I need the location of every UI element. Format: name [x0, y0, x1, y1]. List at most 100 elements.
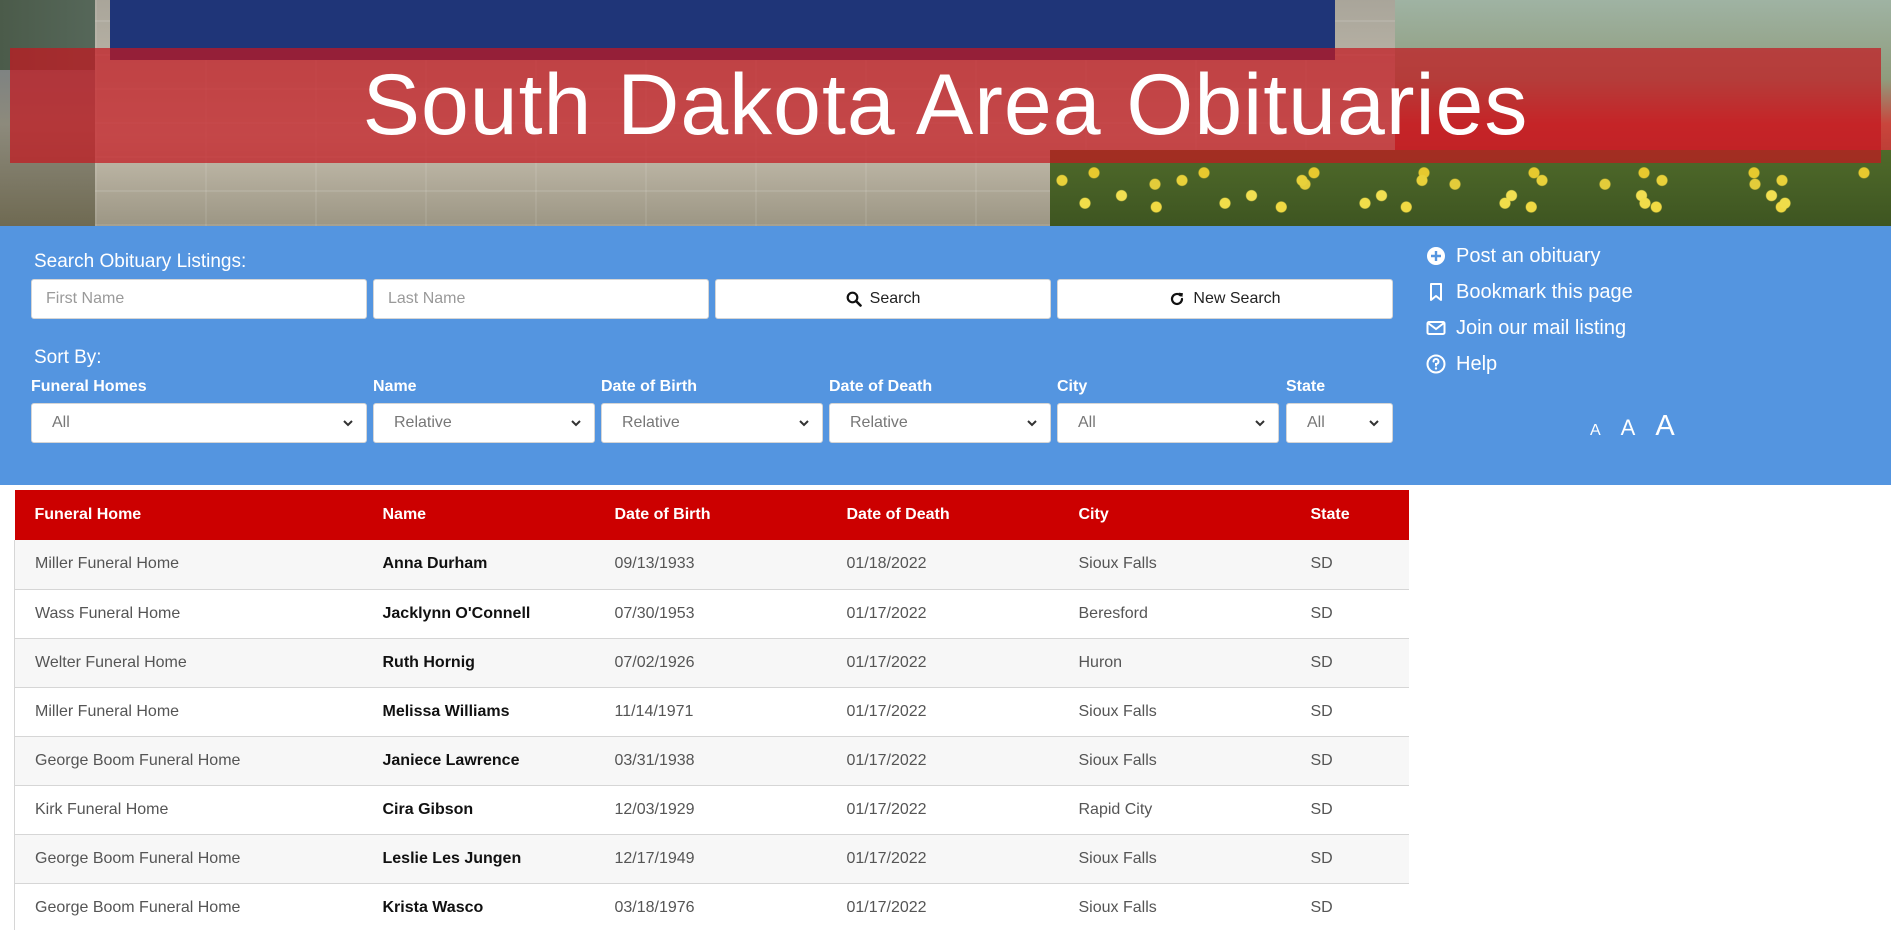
chevron-down-icon: [571, 420, 581, 427]
filter-label-state: State: [1286, 378, 1326, 395]
cell-name[interactable]: Krista Wasco: [363, 883, 595, 930]
cell-city: Sioux Falls: [1078, 849, 1157, 867]
cell-name[interactable]: Melissa Williams: [363, 687, 595, 736]
cell-name[interactable]: Anna Durham: [363, 540, 595, 589]
cell-funeral-home: George Boom Funeral Home: [35, 849, 241, 867]
cell-city: Sioux Falls: [1078, 898, 1157, 916]
date-of-birth-select-value: Relative: [622, 414, 680, 431]
cell-date-of-birth: 03/31/1938: [614, 751, 695, 769]
column-header-date-of-birth[interactable]: Date of Birth: [595, 490, 827, 540]
side-links: Post an obituary Bookmark this page Join…: [1426, 238, 1633, 382]
column-header-state[interactable]: State: [1291, 490, 1410, 540]
cell-date-of-birth: 07/30/1953: [614, 604, 695, 622]
font-size-small-button[interactable]: A: [1590, 422, 1601, 440]
state-select[interactable]: All: [1286, 403, 1393, 443]
question-circle-icon: [1426, 354, 1446, 374]
cell-funeral-home: Miller Funeral Home: [35, 555, 180, 573]
cell-date-of-death: 01/17/2022: [846, 751, 927, 769]
table-row[interactable]: George Boom Funeral Home Krista Wasco 03…: [14, 883, 1409, 930]
name-select[interactable]: Relative: [373, 403, 595, 443]
envelope-icon: [1426, 321, 1446, 335]
cell-date-of-birth: 11/14/1971: [614, 702, 694, 720]
help-link[interactable]: Help: [1426, 346, 1633, 382]
cell-date-of-death: 01/17/2022: [846, 653, 927, 671]
page-title: South Dakota Area Obituaries: [362, 57, 1529, 153]
cell-city: Beresford: [1078, 604, 1148, 622]
cell-state: SD: [1310, 898, 1333, 916]
column-header-name[interactable]: Name: [363, 490, 595, 540]
cell-funeral-home: Miller Funeral Home: [35, 702, 180, 720]
cell-date-of-death: 01/17/2022: [846, 800, 927, 818]
cell-name[interactable]: Leslie Les Jungen: [363, 834, 595, 883]
font-size-controls: A A A: [1590, 410, 1675, 443]
table-row[interactable]: Kirk Funeral Home Cira Gibson 12/03/1929…: [14, 785, 1409, 834]
chevron-down-icon: [1027, 420, 1037, 427]
mail-listing-label: Join our mail listing: [1456, 316, 1627, 339]
table-row[interactable]: Wass Funeral Home Jacklynn O'Connell 07/…: [14, 589, 1409, 638]
cell-name[interactable]: Janiece Lawrence: [363, 736, 595, 785]
last-name-input[interactable]: [374, 280, 708, 318]
cell-date-of-birth: 12/03/1929: [614, 800, 695, 818]
filter-label-date-of-death: Date of Death: [829, 378, 933, 395]
plus-circle-icon: [1427, 247, 1445, 265]
table-row[interactable]: Welter Funeral Home Ruth Hornig 07/02/19…: [14, 638, 1409, 687]
bookmark-page-link[interactable]: Bookmark this page: [1426, 274, 1633, 310]
chevron-down-icon: [343, 420, 353, 427]
table-row[interactable]: Miller Funeral Home Anna Durham 09/13/19…: [14, 540, 1409, 589]
cell-date-of-death: 01/18/2022: [846, 555, 927, 573]
table-row[interactable]: Miller Funeral Home Melissa Williams 11/…: [14, 687, 1409, 736]
cell-funeral-home: Wass Funeral Home: [35, 604, 181, 622]
results-table-container: Funeral Home Name Date of Birth Date of …: [14, 490, 1409, 930]
table-row[interactable]: George Boom Funeral Home Leslie Les Jung…: [14, 834, 1409, 883]
last-name-field[interactable]: [373, 279, 709, 319]
bookmark-page-label: Bookmark this page: [1456, 280, 1633, 303]
bookmark-icon: [1430, 283, 1442, 301]
chevron-down-icon: [799, 420, 809, 427]
filter-label-city: City: [1057, 378, 1088, 395]
hero-banner: South Dakota Area Obituaries: [0, 0, 1891, 226]
date-of-birth-select[interactable]: Relative: [601, 403, 823, 443]
post-obituary-label: Post an obituary: [1456, 244, 1601, 267]
cell-state: SD: [1310, 555, 1333, 573]
cell-date-of-birth: 12/17/1949: [614, 849, 695, 867]
first-name-input[interactable]: [32, 280, 366, 318]
post-obituary-link[interactable]: Post an obituary: [1426, 238, 1633, 274]
search-heading: Search Obituary Listings:: [34, 251, 247, 272]
first-name-field[interactable]: [31, 279, 367, 319]
cell-date-of-birth: 07/02/1926: [614, 653, 695, 671]
search-button[interactable]: Search: [715, 279, 1051, 319]
font-size-large-button[interactable]: A: [1655, 410, 1674, 443]
column-header-date-of-death[interactable]: Date of Death: [827, 490, 1059, 540]
cell-funeral-home: Kirk Funeral Home: [35, 800, 169, 818]
column-header-funeral-home[interactable]: Funeral Home: [15, 490, 363, 540]
cell-city: Sioux Falls: [1078, 751, 1157, 769]
font-size-medium-button[interactable]: A: [1621, 415, 1636, 441]
sort-heading: Sort By:: [34, 347, 102, 368]
cell-funeral-home: Welter Funeral Home: [35, 653, 187, 671]
date-of-death-select[interactable]: Relative: [829, 403, 1051, 443]
cell-name[interactable]: Ruth Hornig: [363, 638, 595, 687]
cell-name[interactable]: Cira Gibson: [363, 785, 595, 834]
cell-date-of-death: 01/17/2022: [846, 849, 927, 867]
filter-label-date-of-birth: Date of Birth: [601, 378, 697, 395]
column-header-city[interactable]: City: [1059, 490, 1291, 540]
cell-funeral-home: George Boom Funeral Home: [35, 751, 241, 769]
search-button-label: Search: [869, 290, 921, 307]
table-row[interactable]: George Boom Funeral Home Janiece Lawrenc…: [14, 736, 1409, 785]
cell-funeral-home: George Boom Funeral Home: [35, 898, 241, 916]
state-select-value: All: [1307, 414, 1325, 431]
filter-label-name: Name: [373, 378, 417, 395]
chevron-down-icon: [1369, 420, 1379, 427]
chevron-down-icon: [1255, 420, 1265, 427]
cell-state: SD: [1310, 800, 1333, 818]
name-select-value: Relative: [394, 414, 452, 431]
cell-name[interactable]: Jacklynn O'Connell: [363, 589, 595, 638]
city-select[interactable]: All: [1057, 403, 1279, 443]
funeral-homes-select-value: All: [52, 414, 70, 431]
funeral-homes-select[interactable]: All: [31, 403, 367, 443]
cell-state: SD: [1310, 751, 1333, 769]
city-select-value: All: [1078, 414, 1096, 431]
new-search-button[interactable]: New Search: [1057, 279, 1393, 319]
mail-listing-link[interactable]: Join our mail listing: [1426, 310, 1633, 346]
help-label: Help: [1456, 352, 1498, 375]
